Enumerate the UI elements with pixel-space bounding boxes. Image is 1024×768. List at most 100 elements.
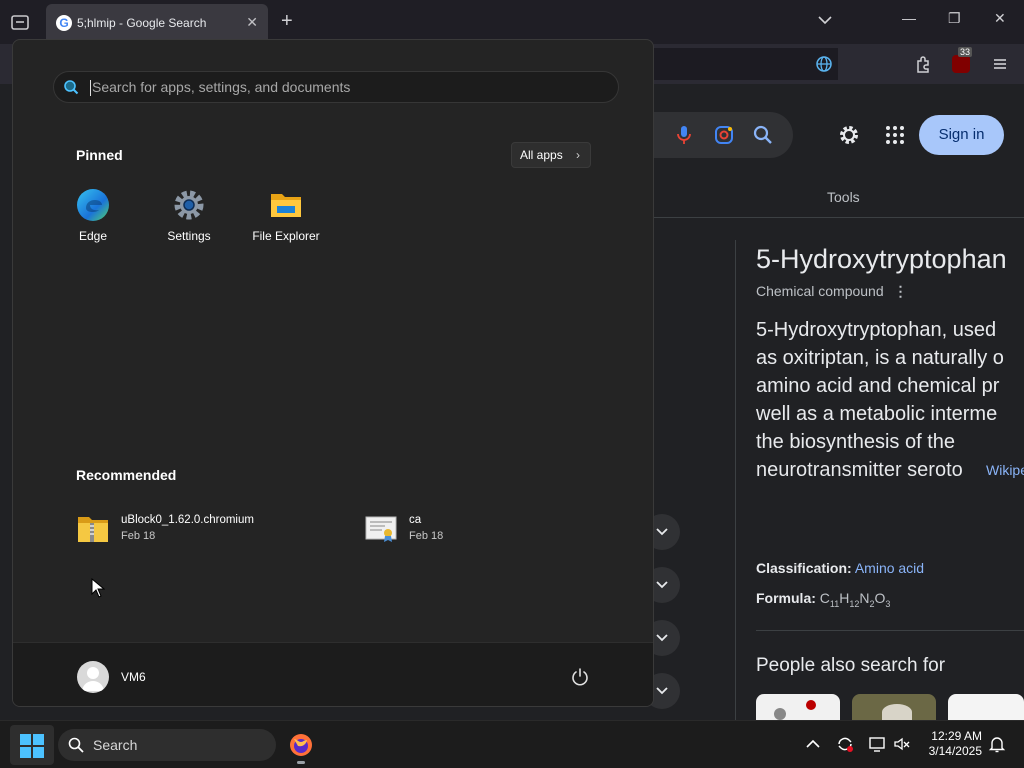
formula-element: N bbox=[859, 590, 870, 606]
power-icon[interactable] bbox=[570, 667, 590, 687]
start-menu-footer: VM6 bbox=[13, 642, 653, 706]
section-divider bbox=[756, 630, 1024, 631]
minimize-icon[interactable]: — bbox=[902, 10, 916, 26]
show-hidden-icons-chevron-icon[interactable] bbox=[804, 735, 822, 753]
zip-folder-icon bbox=[78, 517, 108, 542]
start-button[interactable] bbox=[10, 725, 54, 765]
user-name[interactable]: VM6 bbox=[121, 670, 146, 684]
restore-icon[interactable]: ❐ bbox=[948, 10, 961, 27]
google-favicon-icon: G bbox=[56, 15, 72, 31]
all-apps-button[interactable]: All apps › bbox=[511, 142, 591, 168]
mouse-pointer-icon bbox=[91, 578, 105, 598]
start-menu: Pinned All apps › Edge Settings bbox=[12, 39, 654, 707]
description-line: as oxitriptan, is a naturally o bbox=[756, 347, 1004, 369]
sync-update-icon[interactable] bbox=[836, 735, 854, 753]
search-icon bbox=[68, 737, 84, 753]
description-line: 5-Hydroxytryptophan, used bbox=[756, 319, 997, 341]
classification-link[interactable]: Amino acid bbox=[855, 560, 924, 576]
taskbar: Search 12:29 AM 3/14/2025 bbox=[0, 720, 1024, 768]
address-bar[interactable] bbox=[652, 48, 838, 80]
formula-value: C11H12N2O3 bbox=[819, 590, 891, 609]
menu-hamburger-icon[interactable] bbox=[990, 54, 1010, 74]
recommended-item[interactable]: ca Feb 18 bbox=[365, 510, 515, 550]
all-apps-label: All apps bbox=[520, 148, 563, 162]
search-icon bbox=[64, 80, 79, 95]
recommended-item-name: uBlock0_1.62.0.chromium bbox=[121, 514, 254, 526]
network-display-icon[interactable] bbox=[868, 735, 886, 753]
tab-list-icon[interactable] bbox=[10, 12, 30, 32]
running-app-indicator bbox=[297, 761, 305, 764]
ublock-extension-icon[interactable]: 33 bbox=[952, 47, 973, 73]
formula-element: O bbox=[874, 590, 886, 606]
google-search-box-end[interactable] bbox=[650, 112, 793, 158]
list-all-tabs-chevron-icon[interactable] bbox=[817, 12, 833, 28]
notification-bell-icon[interactable] bbox=[988, 735, 1006, 753]
sign-in-button[interactable]: Sign in bbox=[919, 115, 1004, 155]
user-icon bbox=[82, 667, 104, 691]
google-apps-grid-icon[interactable] bbox=[885, 125, 905, 145]
entity-type: Chemical compound bbox=[756, 283, 884, 299]
recommended-item[interactable]: uBlock0_1.62.0.chromium Feb 18 bbox=[77, 510, 327, 550]
pinned-app-file-explorer[interactable]: File Explorer bbox=[241, 188, 331, 254]
system-clock[interactable]: 12:29 AM 3/14/2025 bbox=[920, 729, 982, 759]
recommended-item-name: ca bbox=[409, 514, 422, 526]
chevron-down-icon bbox=[656, 634, 668, 642]
settings-gear-icon bbox=[174, 190, 204, 220]
firefox-icon[interactable] bbox=[289, 733, 313, 757]
classification-row: Classification: Amino acid bbox=[756, 560, 924, 576]
related-entity-thumbnail[interactable] bbox=[852, 694, 936, 720]
globe-icon[interactable] bbox=[814, 54, 834, 74]
search-magnifier-icon[interactable] bbox=[752, 124, 774, 146]
chevron-down-icon bbox=[656, 581, 668, 589]
description-line: the biosynthesis of the bbox=[756, 431, 956, 453]
formula-element: H bbox=[839, 590, 850, 606]
description-line: neurotransmitter seroto bbox=[756, 456, 1024, 484]
people-also-search-heading: People also search for bbox=[756, 655, 946, 676]
browser-tab-bar: G 5;hlmip - Google Search ✕ + — ❐ ✕ bbox=[0, 0, 1024, 44]
clock-date: 3/14/2025 bbox=[928, 744, 982, 758]
pinned-app-settings[interactable]: Settings bbox=[144, 188, 234, 254]
recommended-heading: Recommended bbox=[76, 467, 177, 483]
user-avatar[interactable] bbox=[77, 661, 109, 693]
formula-label: Formula: bbox=[756, 590, 816, 606]
recommended-item-date: Feb 18 bbox=[121, 530, 156, 542]
formula-subscript: 11 bbox=[829, 598, 840, 609]
tab-title: 5;hlmip - Google Search bbox=[77, 16, 207, 30]
tab-close-icon[interactable]: ✕ bbox=[246, 14, 258, 31]
extension-badge: 33 bbox=[958, 47, 973, 57]
taskbar-search[interactable]: Search bbox=[58, 729, 276, 761]
extensions-puzzle-icon[interactable] bbox=[914, 54, 934, 74]
knowledge-panel-description: 5-Hydroxytryptophan, used as oxitriptan,… bbox=[756, 316, 1024, 484]
formula-element: C bbox=[819, 590, 830, 606]
chevron-right-icon: › bbox=[576, 148, 580, 162]
formula-row: Formula: C11H12N2O3 bbox=[756, 590, 890, 609]
formula-subscript: 3 bbox=[885, 598, 891, 609]
pinned-app-label: File Explorer bbox=[252, 229, 320, 243]
knowledge-panel-divider bbox=[735, 240, 736, 720]
more-options-icon[interactable]: ⋮ bbox=[894, 283, 908, 299]
lens-camera-icon[interactable] bbox=[713, 124, 735, 146]
volume-muted-icon[interactable] bbox=[893, 735, 911, 753]
voice-search-mic-icon[interactable] bbox=[674, 124, 694, 146]
start-search-box[interactable] bbox=[53, 71, 619, 103]
browser-tab-active[interactable]: G 5;hlmip - Google Search ✕ bbox=[46, 4, 268, 44]
clock-time: 12:29 AM bbox=[931, 729, 982, 743]
description-line: amino acid and chemical pr bbox=[756, 375, 1000, 397]
pinned-app-edge[interactable]: Edge bbox=[48, 188, 138, 254]
settings-gear-icon[interactable] bbox=[837, 123, 861, 147]
chevron-down-icon bbox=[656, 687, 668, 695]
related-entity-thumbnail[interactable] bbox=[756, 694, 840, 720]
window-close-icon[interactable]: ✕ bbox=[994, 10, 1006, 27]
related-entity-thumbnail[interactable] bbox=[948, 694, 1024, 720]
new-tab-icon[interactable]: + bbox=[281, 10, 293, 33]
start-search-input[interactable] bbox=[92, 72, 592, 102]
tools-button[interactable]: Tools bbox=[827, 189, 860, 205]
knowledge-panel-subtitle: Chemical compound ⋮ bbox=[756, 283, 908, 300]
knowledge-panel-title: 5-Hydroxytryptophan bbox=[756, 244, 1007, 274]
folder-icon bbox=[271, 194, 301, 217]
wikipedia-link[interactable]: Wikipe bbox=[986, 462, 1024, 478]
certificate-icon bbox=[365, 516, 397, 542]
chevron-down-icon bbox=[656, 528, 668, 536]
edge-icon bbox=[77, 189, 109, 221]
taskbar-search-label: Search bbox=[93, 737, 138, 753]
